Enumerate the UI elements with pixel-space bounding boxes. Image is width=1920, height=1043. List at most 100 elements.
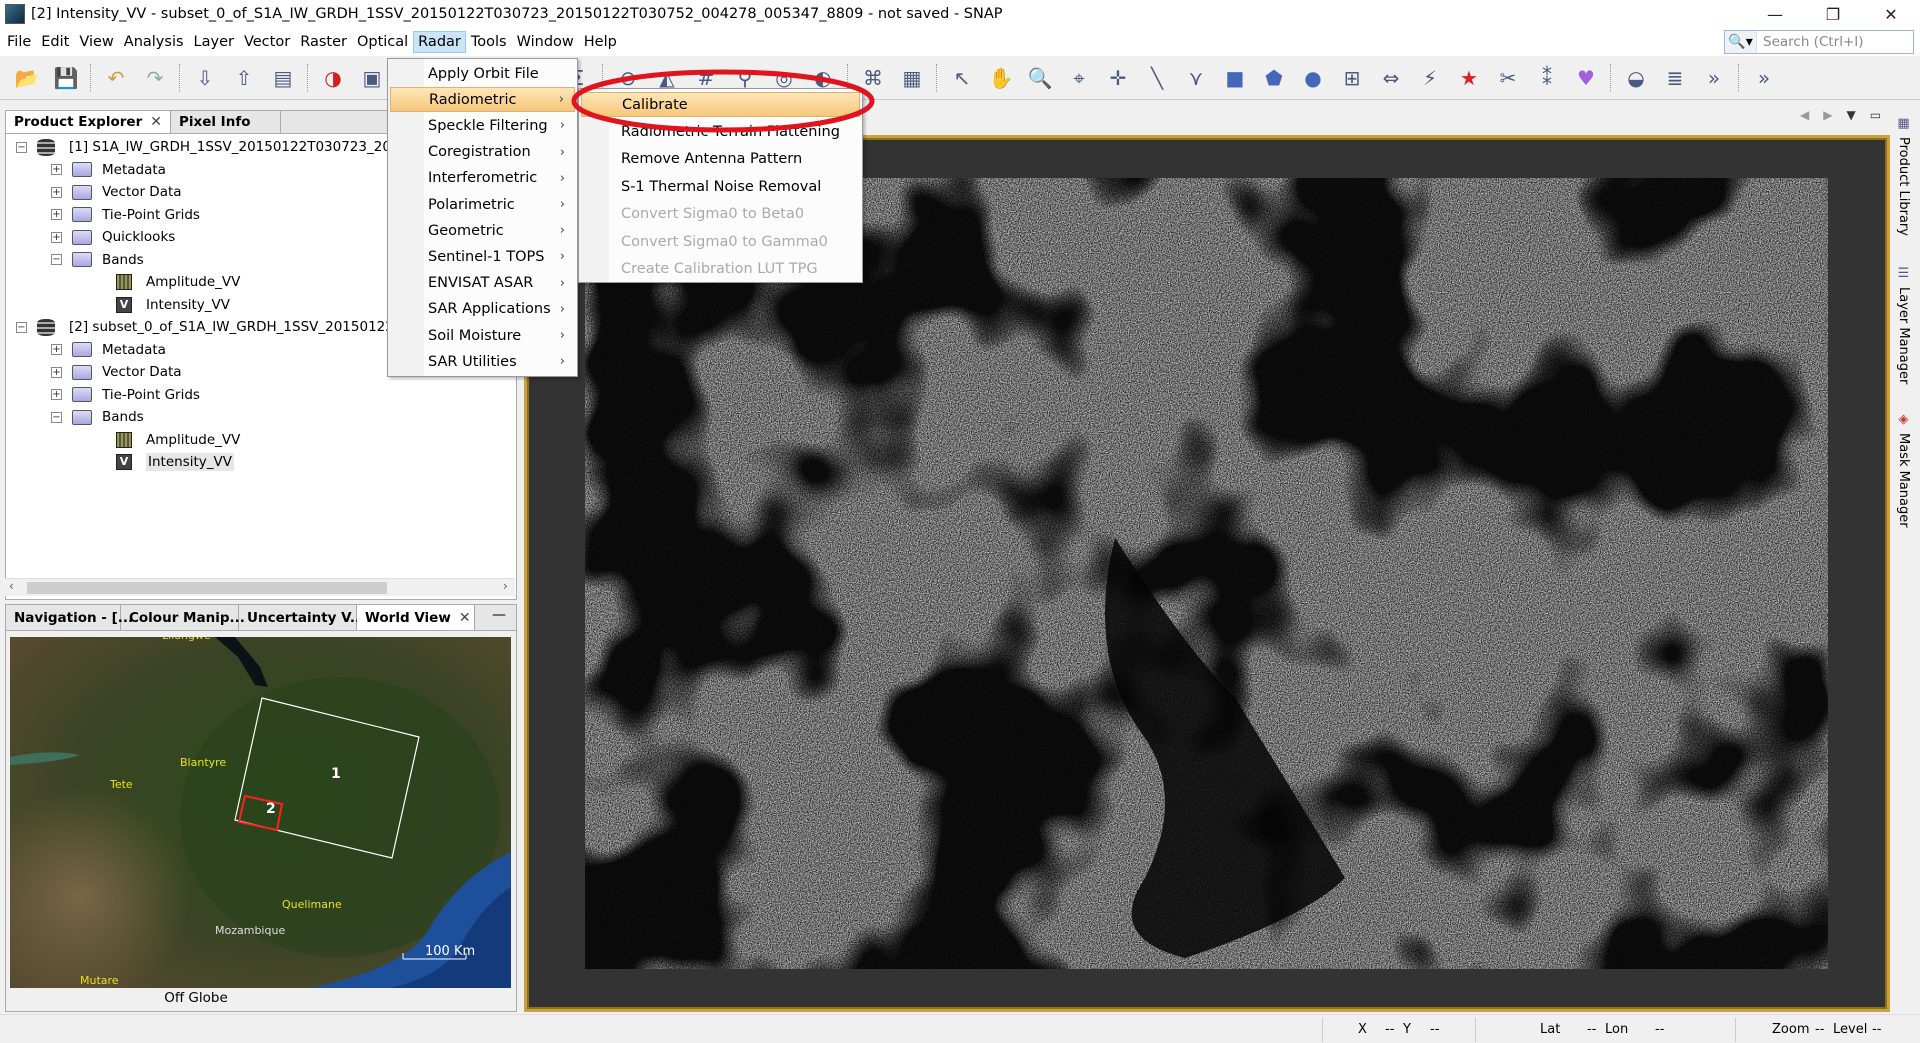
expand-icon[interactable]: +	[51, 389, 62, 400]
menu-radar[interactable]: Radar	[413, 31, 466, 53]
ellipse-draw-icon[interactable]: ●	[1298, 63, 1328, 93]
tab-world-view[interactable]: World View ✕	[357, 605, 475, 630]
expand-icon[interactable]: +	[51, 366, 62, 378]
select-tool-icon[interactable]: ↖	[947, 63, 977, 93]
menu-analysis[interactable]: Analysis	[119, 31, 189, 53]
tree-item[interactable]: V Intensity_VV	[116, 294, 230, 316]
star-icon[interactable]: ★	[1454, 63, 1484, 93]
document-list-button[interactable]: ▼	[1846, 108, 1855, 122]
more-icon-2[interactable]: »	[1749, 63, 1779, 93]
horizontal-scrollbar[interactable]: ‹ ›	[5, 578, 515, 596]
expand-icon[interactable]: +	[51, 231, 62, 243]
tree-item[interactable]: + Tie-Point Grids	[51, 204, 200, 226]
scrollbar-thumb[interactable]	[27, 582, 387, 594]
magic-wand-icon[interactable]: ⚡	[1415, 63, 1445, 93]
submenu-item-remove-antenna-pattern[interactable]: Remove Antenna Pattern	[581, 147, 860, 172]
range-finder-icon[interactable]: ⇔	[1376, 63, 1406, 93]
search-box[interactable]: 🔍▾ Search (Ctrl+I)	[1724, 30, 1914, 54]
colour-icon[interactable]: ◒	[1621, 63, 1651, 93]
tree-item[interactable]: + Metadata	[51, 339, 166, 361]
minimize-button[interactable]: —	[1746, 0, 1804, 28]
tab-colour-manipulation[interactable]: Colour Manip...	[121, 605, 245, 630]
radar-menu-item-geometric[interactable]: Geometric ›	[390, 218, 575, 243]
open-product-icon[interactable]: 📂	[12, 63, 42, 93]
tab-product-explorer[interactable]: Product Explorer ✕	[6, 111, 171, 133]
more-icon[interactable]: »	[1699, 63, 1729, 93]
tab-pixel-info[interactable]: Pixel Info	[171, 111, 281, 133]
insert-figure-icon[interactable]: ⊞	[1337, 63, 1367, 93]
menu-file[interactable]: File	[2, 31, 36, 53]
collapse-icon[interactable]: −	[51, 254, 62, 265]
rgb-image-icon[interactable]: ◑	[318, 63, 348, 93]
tree-item[interactable]: − Bands	[51, 249, 144, 271]
tree-item[interactable]: V Intensity_VV	[116, 451, 234, 473]
close-icon[interactable]: ✕	[150, 114, 162, 130]
radar-menu-item-envisat-asar[interactable]: ENVISAT ASAR ›	[390, 271, 575, 296]
restore-button[interactable]: ❐	[1804, 0, 1862, 28]
zoom-tool-icon[interactable]: 🔍	[1025, 63, 1055, 93]
expand-icon[interactable]: +	[51, 344, 62, 355]
polygon-draw-icon[interactable]: ⬟	[1259, 63, 1289, 93]
world-view-map[interactable]: 1 2 Lilongwe Blantyre Tete Quelimane Mozambi…	[10, 637, 511, 988]
radar-menu-item-coregistration[interactable]: Coregistration ›	[390, 140, 575, 165]
menu-optical[interactable]: Optical	[352, 31, 413, 53]
pin-placing-icon[interactable]: ⌖	[1064, 63, 1094, 93]
radar-menu-item-polarimetric[interactable]: Polarimetric ›	[390, 192, 575, 217]
radar-menu-item-interferometric[interactable]: Interferometric ›	[390, 166, 575, 191]
tab-uncertainty-visualisation[interactable]: Uncertainty V...	[239, 605, 365, 630]
sidebar-tab-product-library[interactable]: ▦ Product Library	[1896, 116, 1911, 236]
tree-item[interactable]: − Bands	[51, 406, 144, 428]
binary-icon[interactable]: ⁑	[1532, 63, 1562, 93]
radar-menu-item-apply-orbit-file[interactable]: Apply Orbit File	[390, 61, 575, 86]
tree-item[interactable]: Amplitude_VV	[116, 271, 240, 293]
close-icon[interactable]: ✕	[459, 610, 471, 626]
maximize-view-button[interactable]: ▭	[1870, 108, 1881, 122]
polyline-draw-icon[interactable]: ⋎	[1181, 63, 1211, 93]
band-maths-icon[interactable]: ▣	[357, 63, 387, 93]
undo-icon[interactable]: ↶	[101, 63, 131, 93]
minimize-panel-button[interactable]: —	[475, 605, 516, 630]
tab-navigation[interactable]: Navigation - [...	[6, 605, 133, 630]
tree-item[interactable]: + Metadata	[51, 159, 166, 181]
menu-edit[interactable]: Edit	[36, 31, 74, 53]
tree-item[interactable]: Amplitude_VV	[116, 429, 240, 451]
collapse-icon[interactable]: −	[16, 321, 27, 333]
next-document-button[interactable]: ▶	[1823, 108, 1832, 122]
radar-menu-item-sar-applications[interactable]: SAR Applications ›	[390, 297, 575, 322]
menu-layer[interactable]: Layer	[189, 31, 239, 53]
tree-item[interactable]: + Tie-Point Grids	[51, 384, 200, 406]
radar-menu-item-sentinel-1-tops[interactable]: Sentinel-1 TOPS ›	[390, 244, 575, 269]
layer-icon[interactable]: ≣	[1660, 63, 1690, 93]
collapse-icon[interactable]: −	[51, 411, 62, 423]
import-icon[interactable]: ⇩	[190, 63, 220, 93]
previous-document-button[interactable]: ◀	[1800, 108, 1809, 122]
sidebar-tab-mask-manager[interactable]: ◈ Mask Manager	[1896, 412, 1911, 528]
close-button[interactable]: ✕	[1862, 0, 1920, 28]
menu-help[interactable]: Help	[579, 31, 622, 53]
menu-raster[interactable]: Raster	[295, 31, 352, 53]
menu-vector[interactable]: Vector	[239, 31, 295, 53]
pan-tool-icon[interactable]: ✋	[986, 63, 1016, 93]
menu-window[interactable]: Window	[512, 31, 579, 53]
batch-processing-icon[interactable]: ▦	[897, 63, 927, 93]
menu-tools[interactable]: Tools	[466, 31, 512, 53]
gcp-placing-icon[interactable]: ✛	[1103, 63, 1133, 93]
search-input[interactable]: Search (Ctrl+I)	[1757, 34, 1864, 50]
submenu-item-calibrate[interactable]: Calibrate	[581, 92, 860, 117]
submenu-item-radiometric-terrain-flattening[interactable]: Radiometric Terrain Flattening	[581, 119, 860, 144]
radar-menu-item-speckle-filtering[interactable]: Speckle Filtering ›	[390, 113, 575, 138]
line-draw-icon[interactable]: ╲	[1142, 63, 1172, 93]
save-product-icon[interactable]: 💾	[51, 63, 81, 93]
radar-menu-item-soil-moisture[interactable]: Soil Moisture ›	[390, 323, 575, 348]
session-icon[interactable]: ▤	[268, 63, 298, 93]
wavelet-icon[interactable]: ♥	[1571, 63, 1601, 93]
tree-item[interactable]: + Vector Data	[51, 361, 182, 383]
expand-icon[interactable]: +	[51, 186, 62, 198]
export-icon[interactable]: ⇧	[229, 63, 259, 93]
search-icon[interactable]: 🔍▾	[1725, 31, 1757, 53]
menu-view[interactable]: View	[74, 31, 118, 53]
expand-icon[interactable]: +	[51, 164, 62, 175]
sar-image[interactable]	[585, 178, 1828, 969]
submenu-item-s-1-thermal-noise-removal[interactable]: S-1 Thermal Noise Removal	[581, 174, 860, 199]
expand-icon[interactable]: +	[51, 209, 62, 220]
